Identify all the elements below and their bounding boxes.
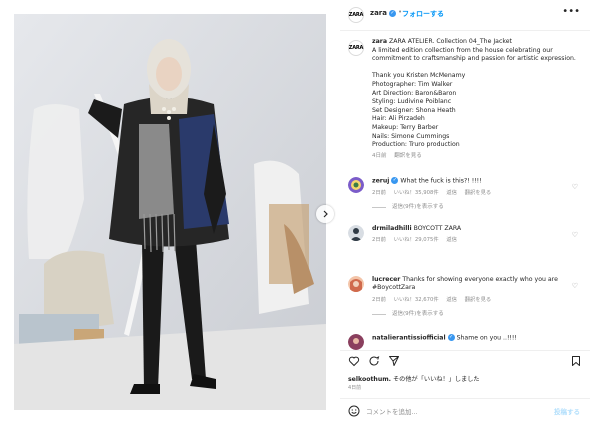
post-side-panel: ZARA zara ✓ • フォローする ••• ZARA zara ZARA A…	[340, 0, 590, 424]
post-date: 4日前	[348, 385, 362, 391]
caption-line: ZARA ATELIER. Collection 04_The Jacket	[388, 38, 512, 45]
heart-icon[interactable]	[348, 355, 360, 367]
avatar[interactable]: ZARA	[348, 7, 364, 23]
likes-others-text[interactable]: その他が「いいね！」しました	[393, 376, 480, 383]
comment-time: 2日前	[372, 296, 386, 303]
comment-avatar[interactable]	[348, 177, 364, 193]
comment-username[interactable]: drmiladhilli	[372, 225, 412, 232]
chevron-right-icon	[323, 210, 328, 218]
comment-avatar[interactable]	[348, 334, 364, 350]
add-comment-bar: コメントを追加... 投稿する	[340, 398, 590, 425]
comment-time: 2日前	[372, 237, 386, 244]
comment-likes[interactable]: いいね！35,908件	[394, 190, 439, 196]
comment-like-heart-icon[interactable]: ♡	[572, 183, 578, 191]
caption-username[interactable]: zara	[372, 38, 387, 45]
more-options-icon[interactable]: •••	[562, 6, 580, 17]
comment-text: BOYCOTT ZARA	[413, 225, 462, 232]
emoji-icon[interactable]	[348, 405, 360, 417]
reply-button[interactable]: 返信	[446, 190, 457, 196]
comments-scroll-area[interactable]: ZARA zara ZARA ATELIER. Collection 04_Th…	[340, 32, 590, 350]
header-username[interactable]: zara ✓	[370, 9, 396, 17]
comment-body: natalierantissiofficial ✓ Shame on you ..…	[372, 334, 568, 343]
reply-button[interactable]: 返信	[446, 297, 457, 303]
post-photo[interactable]	[14, 14, 326, 410]
comment-like-heart-icon[interactable]: ♡	[572, 282, 578, 290]
caption-line: A limited edition collection from the ho…	[372, 46, 576, 63]
follow-button[interactable]: フォローする	[402, 9, 444, 19]
comment-like-heart-icon[interactable]: ♡	[572, 231, 578, 239]
comment-username[interactable]: lucrecer	[372, 276, 400, 283]
reply-button[interactable]: 返信	[446, 237, 457, 243]
carousel-next-button[interactable]	[316, 205, 334, 223]
verified-badge-icon: ✓	[447, 334, 455, 341]
caption-line: Photographer: Tim Walker	[372, 80, 453, 88]
liker-username[interactable]: selkoothum.	[348, 376, 391, 383]
comment-username[interactable]: natalierantissiofficial	[372, 335, 446, 342]
post-actions-bar	[340, 350, 590, 371]
comment-body: drmiladhilli BOYCOTT ZARA 2日前 いいね！29,075…	[372, 225, 568, 245]
avatar-image	[348, 334, 364, 350]
avatar-image	[348, 177, 364, 193]
caption-line: Thank you Kristen McMenamy	[372, 72, 466, 80]
caption-spacer	[372, 64, 582, 73]
caption-line: Hair: Ali Pirzadeh	[372, 115, 425, 123]
comment-username[interactable]: zeruj	[372, 178, 389, 185]
verified-badge-icon: ✓	[388, 9, 396, 17]
post-header: ZARA zara ✓ • フォローする •••	[340, 0, 590, 31]
translate-link[interactable]: 翻訳を見る	[394, 153, 422, 159]
comment-avatar[interactable]	[348, 276, 364, 292]
comment-likes[interactable]: いいね！32,670件	[394, 297, 439, 303]
avatar-image	[348, 276, 364, 292]
photo-illustration	[14, 14, 326, 410]
username-label: zara	[370, 9, 387, 17]
caption-avatar[interactable]: ZARA	[348, 40, 364, 56]
comment-body: lucrecer Thanks for showing everyone exa…	[372, 276, 568, 319]
caption-line: Production: Truro production	[372, 141, 460, 149]
verified-badge-icon: ✓	[391, 177, 399, 184]
comment-body: zeruj ✓ What the fuck is this?! !!!! 2日前 …	[372, 177, 568, 212]
post-comment-button[interactable]: 投稿する	[554, 406, 580, 416]
comment-text: What the fuck is this?! !!!!	[400, 177, 482, 185]
view-replies-button[interactable]: 返信(9件)を表示する	[372, 203, 568, 211]
view-replies-button[interactable]: 返信(9件)を表示する	[372, 310, 568, 318]
bookmark-icon[interactable]	[570, 355, 582, 367]
caption-meta: 4日前 翻訳を見る	[372, 152, 582, 161]
comment-avatar[interactable]	[348, 225, 364, 241]
comment-likes[interactable]: いいね！29,075件	[394, 237, 439, 243]
view-replies-label: 返信(9件)を表示する	[392, 204, 444, 211]
likes-summary: selkoothum. その他が「いいね！」しました	[348, 374, 480, 383]
view-replies-label: 返信(9件)を表示する	[392, 311, 444, 318]
caption-line: Set Designer: Shona Heath	[372, 106, 456, 114]
caption-time: 4日前	[372, 152, 387, 159]
caption-line: Styling: Ludivine Poiblanc	[372, 98, 452, 106]
comment-meta: 2日前 いいね！29,075件 返信	[372, 236, 568, 244]
comment-meta: 2日前 いいね！32,670件 返信 翻訳を見る	[372, 296, 568, 304]
caption-line: Nails: Simone Cummings	[372, 132, 450, 140]
comment-time: 2日前	[372, 189, 386, 196]
comment-text: Shame on you ..!!!!	[456, 334, 517, 342]
avatar-image	[348, 225, 364, 241]
caption: zara ZARA ATELIER. Collection 04_The Jac…	[372, 38, 582, 160]
comment-text: Thanks for showing everyone exactly who …	[372, 276, 558, 292]
translate-link[interactable]: 翻訳を見る	[465, 297, 492, 303]
comment-input[interactable]: コメントを追加...	[366, 406, 418, 416]
share-icon[interactable]	[388, 355, 400, 367]
translate-link[interactable]: 翻訳を見る	[465, 190, 492, 196]
comment-icon[interactable]	[368, 355, 380, 367]
caption-line: Makeup: Terry Barber	[372, 123, 439, 131]
comment-meta: 2日前 いいね！35,908件 返信 翻訳を見る	[372, 189, 568, 197]
caption-line: Art Direction: Baron&Baron	[372, 89, 457, 97]
